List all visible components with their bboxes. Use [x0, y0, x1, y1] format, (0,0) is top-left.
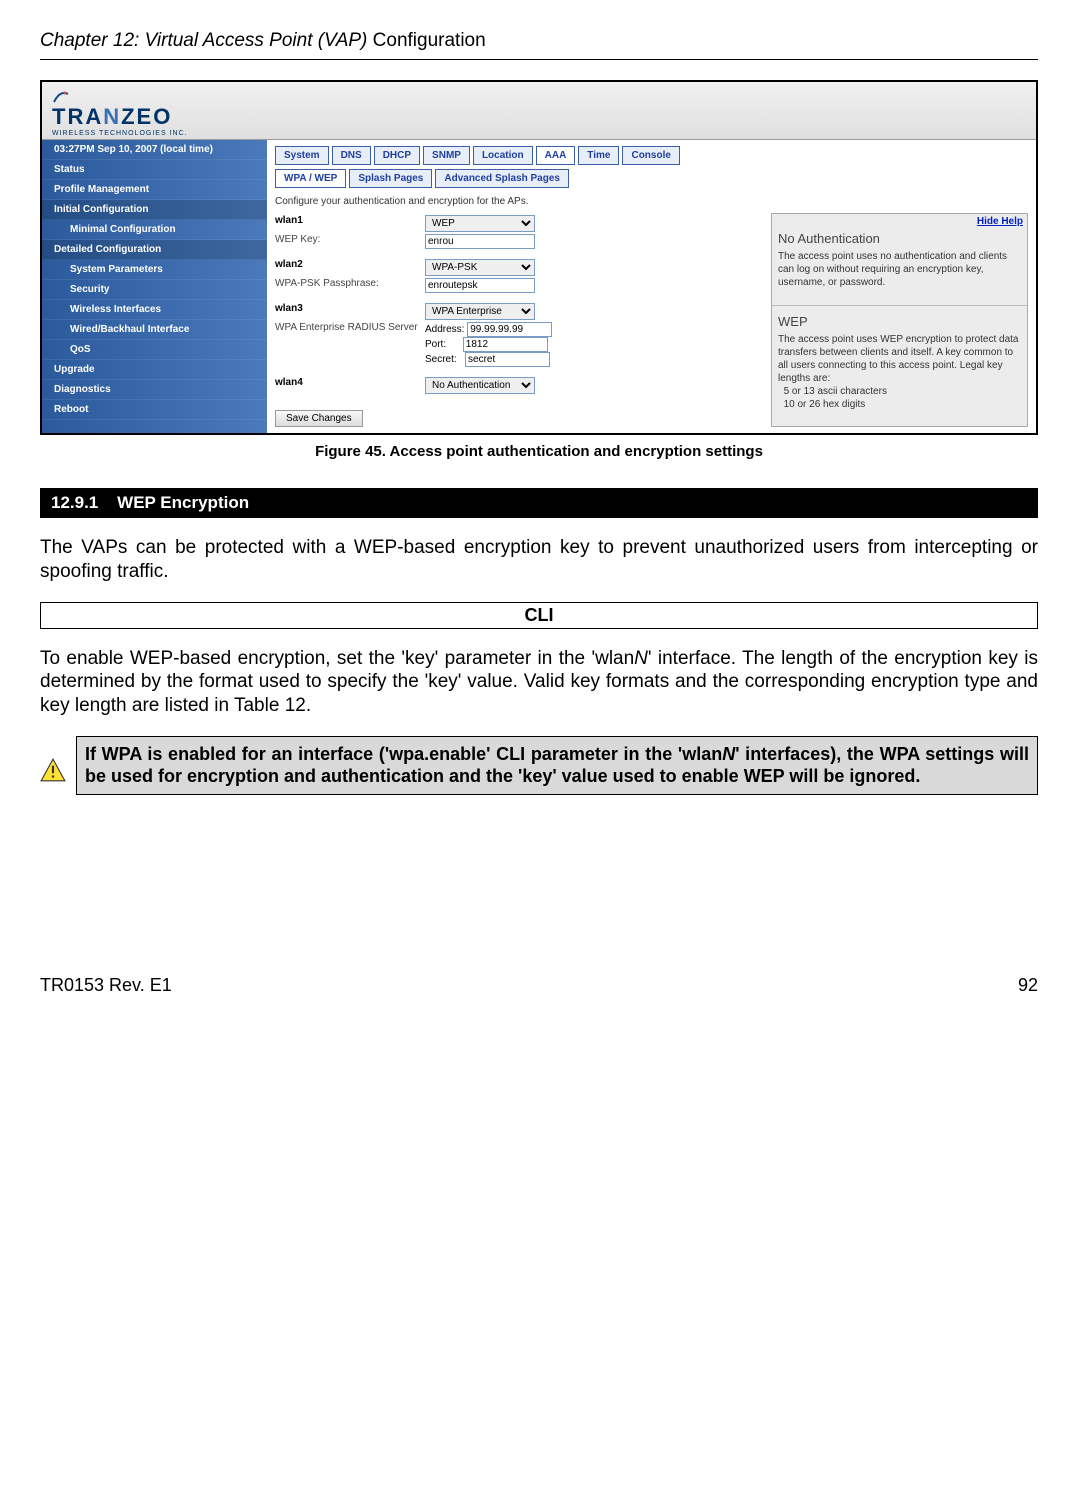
- section-heading: 12.9.1 WEP Encryption: [40, 488, 1038, 518]
- paragraph-2: To enable WEP-based encryption, set the …: [40, 647, 1038, 718]
- figure-caption: Figure 45. Access point authentication a…: [40, 443, 1038, 460]
- chapter-header: Chapter 12: Virtual Access Point (VAP) C…: [40, 30, 1038, 52]
- wlan1-auth-select[interactable]: WEP: [425, 215, 535, 232]
- wlan2-label: wlan2: [275, 259, 425, 270]
- wlan3-addr-label: Address:: [425, 324, 464, 335]
- wlan3-secret-label: Secret:: [425, 354, 457, 365]
- tab-snmp[interactable]: SNMP: [423, 146, 470, 165]
- logo-swoosh-icon: [52, 88, 70, 104]
- sidebar-item-minimal[interactable]: Minimal Configuration: [42, 220, 267, 240]
- tab-row-1: System DNS DHCP SNMP Location AAA Time C…: [275, 146, 1028, 165]
- sidebar-item-status[interactable]: Status: [42, 160, 267, 180]
- wlan2-pass-label: WPA-PSK Passphrase:: [275, 278, 425, 289]
- tab-location[interactable]: Location: [473, 146, 533, 165]
- tab-time[interactable]: Time: [578, 146, 619, 165]
- help-divider: [772, 305, 1027, 306]
- wlan4-auth-select[interactable]: No Authentication: [425, 377, 535, 394]
- tab-wpa-wep[interactable]: WPA / WEP: [275, 169, 346, 188]
- paragraph-1: The VAPs can be protected with a WEP-bas…: [40, 536, 1038, 584]
- sidebar-item-security[interactable]: Security: [42, 280, 267, 300]
- wlan1-key-label: WEP Key:: [275, 234, 425, 245]
- tab-aaa[interactable]: AAA: [536, 146, 576, 165]
- wlan3-port-input[interactable]: [463, 337, 548, 352]
- sidebar-item-qos[interactable]: QoS: [42, 340, 267, 360]
- wlan3-secret-input[interactable]: [465, 352, 550, 367]
- screenshot-figure: TRANZEO WIRELESS TECHNOLOGIES INC. 03:27…: [40, 80, 1038, 435]
- sidebar-item-reboot[interactable]: Reboot: [42, 400, 267, 420]
- wlan1-key-input[interactable]: [425, 234, 535, 249]
- wlan1-label: wlan1: [275, 215, 425, 226]
- wlan4-label: wlan4: [275, 377, 425, 388]
- content-area: System DNS DHCP SNMP Location AAA Time C…: [267, 140, 1036, 433]
- sidebar-item-wireless[interactable]: Wireless Interfaces: [42, 300, 267, 320]
- wlan3-auth-select[interactable]: WPA Enterprise: [425, 303, 535, 320]
- warning-box: If WPA is enabled for an interface ('wpa…: [76, 736, 1038, 795]
- chapter-prefix: Chapter 12: Virtual Access Point (VAP): [40, 30, 373, 51]
- section-number: 12.9.1: [51, 493, 98, 512]
- sidebar: 03:27PM Sep 10, 2007 (local time) Status…: [42, 140, 267, 433]
- tab-system[interactable]: System: [275, 146, 329, 165]
- wlan3-port-label: Port:: [425, 339, 446, 350]
- sidebar-item-diag[interactable]: Diagnostics: [42, 380, 267, 400]
- footer-left: TR0153 Rev. E1: [40, 975, 172, 996]
- section-title: WEP Encryption: [117, 493, 249, 512]
- chapter-suffix: Configuration: [373, 30, 486, 51]
- sidebar-item-sysparam[interactable]: System Parameters: [42, 260, 267, 280]
- help-box: Hide Help No Authentication The access p…: [771, 213, 1028, 427]
- tab-row-2: WPA / WEP Splash Pages Advanced Splash P…: [275, 169, 1028, 188]
- tab-dns[interactable]: DNS: [332, 146, 371, 165]
- page-footer: TR0153 Rev. E1 92: [40, 975, 1038, 996]
- sidebar-item-wired[interactable]: Wired/Backhaul Interface: [42, 320, 267, 340]
- footer-right: 92: [1018, 975, 1038, 996]
- wlan2-pass-input[interactable]: [425, 278, 535, 293]
- sidebar-item-profile[interactable]: Profile Management: [42, 180, 267, 200]
- logo-bar: TRANZEO WIRELESS TECHNOLOGIES INC.: [42, 82, 1036, 140]
- cli-heading: CLI: [40, 602, 1038, 629]
- help-text-noauth: The access point uses no authentication …: [772, 248, 1027, 299]
- hide-help-link[interactable]: Hide Help: [772, 214, 1027, 229]
- wlan3-radius-label: WPA Enterprise RADIUS Server: [275, 322, 425, 333]
- logo-text: TRANZEO: [52, 104, 1026, 130]
- logo-subtitle: WIRELESS TECHNOLOGIES INC.: [52, 130, 1026, 137]
- form-column: wlan1WEP WEP Key: wlan2WPA-PSK WPA-PSK P…: [275, 213, 761, 427]
- content-description: Configure your authentication and encryp…: [275, 196, 1028, 207]
- tab-dhcp[interactable]: DHCP: [374, 146, 420, 165]
- header-rule: [40, 59, 1038, 60]
- help-title-wep: WEP: [772, 312, 1027, 331]
- tab-splash[interactable]: Splash Pages: [349, 169, 432, 188]
- help-title-noauth: No Authentication: [772, 229, 1027, 248]
- tab-console[interactable]: Console: [622, 146, 679, 165]
- wlan2-auth-select[interactable]: WPA-PSK: [425, 259, 535, 276]
- save-button[interactable]: Save Changes: [275, 410, 363, 427]
- sidebar-item-upgrade[interactable]: Upgrade: [42, 360, 267, 380]
- help-text-wep: The access point uses WEP encryption to …: [772, 331, 1027, 421]
- wlan3-label: wlan3: [275, 303, 425, 314]
- warning-icon: [40, 758, 66, 785]
- sidebar-item-time: 03:27PM Sep 10, 2007 (local time): [42, 140, 267, 160]
- warning-row: If WPA is enabled for an interface ('wpa…: [40, 736, 1038, 795]
- sidebar-item-initial[interactable]: Initial Configuration: [42, 200, 267, 220]
- wlan3-addr-input[interactable]: [467, 322, 552, 337]
- sidebar-item-detailed[interactable]: Detailed Configuration: [42, 240, 267, 260]
- tab-adv-splash[interactable]: Advanced Splash Pages: [435, 169, 569, 188]
